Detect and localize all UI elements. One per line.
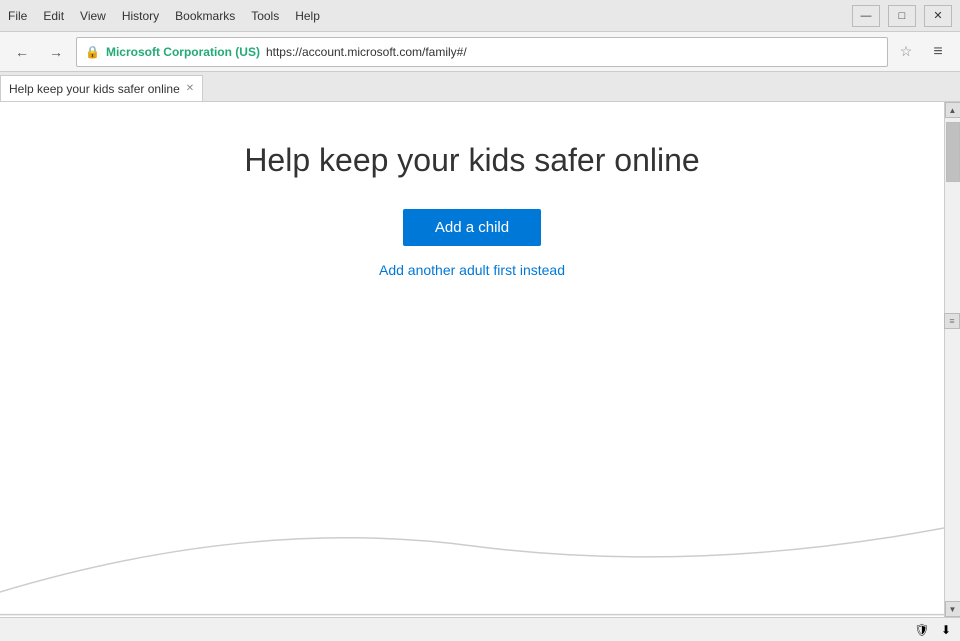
menu-edit[interactable]: Edit [43, 9, 64, 23]
address-bar[interactable]: 🔒 Microsoft Corporation (US) https://acc… [76, 37, 888, 67]
menu-view[interactable]: View [80, 9, 106, 23]
status-bar: 🛡 ⬇ [0, 617, 960, 641]
scrollbar: ▲ ≡ ▼ [944, 102, 960, 617]
browser-window: File Edit View History Bookmarks Tools H… [0, 0, 960, 641]
scroll-up-button[interactable]: ▲ [945, 102, 960, 118]
tab-close-icon[interactable]: ✕ [186, 83, 194, 94]
forward-button[interactable]: → [42, 38, 70, 66]
title-bar: File Edit View History Bookmarks Tools H… [0, 0, 960, 32]
page-content: Help keep your kids safer online Add a c… [0, 102, 944, 617]
scene-svg [0, 337, 944, 617]
browser-menu-button[interactable]: ≡ [924, 38, 952, 66]
scroll-middle-indicator: ≡ [944, 313, 960, 329]
site-name: Microsoft Corporation (US) [106, 45, 260, 59]
maximize-button[interactable]: □ [888, 5, 916, 27]
illustration [0, 337, 944, 617]
back-button[interactable]: ← [8, 38, 36, 66]
add-child-button[interactable]: Add a child [403, 209, 541, 246]
menu-history[interactable]: History [122, 9, 159, 23]
content-area: Help keep your kids safer online Add a c… [0, 102, 960, 617]
tab-label: Help keep your kids safer online [9, 82, 180, 96]
bookmark-star-icon[interactable]: ☆ [894, 40, 918, 64]
active-tab[interactable]: Help keep your kids safer online ✕ [0, 75, 203, 101]
scrollbar-track [945, 118, 960, 601]
scrollbar-thumb[interactable] [946, 122, 960, 182]
menu-bar: File Edit View History Bookmarks Tools H… [8, 9, 320, 23]
add-adult-link[interactable]: Add another adult first instead [379, 262, 565, 278]
download-status-icon[interactable]: ⬇ [936, 620, 956, 640]
scroll-down-button[interactable]: ▼ [945, 601, 960, 617]
menu-bookmarks[interactable]: Bookmarks [175, 9, 235, 23]
menu-help[interactable]: Help [295, 9, 320, 23]
navigation-bar: ← → 🔒 Microsoft Corporation (US) https:/… [0, 32, 960, 72]
page-title: Help keep your kids safer online [244, 142, 699, 179]
page-header: Help keep your kids safer online [244, 142, 699, 179]
tab-bar: Help keep your kids safer online ✕ [0, 72, 960, 102]
menu-tools[interactable]: Tools [251, 9, 279, 23]
shield-status-icon: 🛡 [912, 620, 932, 640]
close-button[interactable]: ✕ [924, 5, 952, 27]
minimize-button[interactable]: — [852, 5, 880, 27]
security-lock-icon: 🔒 [85, 45, 100, 59]
window-controls: — □ ✕ [852, 5, 952, 27]
address-text: https://account.microsoft.com/family#/ [266, 45, 879, 59]
menu-file[interactable]: File [8, 9, 27, 23]
